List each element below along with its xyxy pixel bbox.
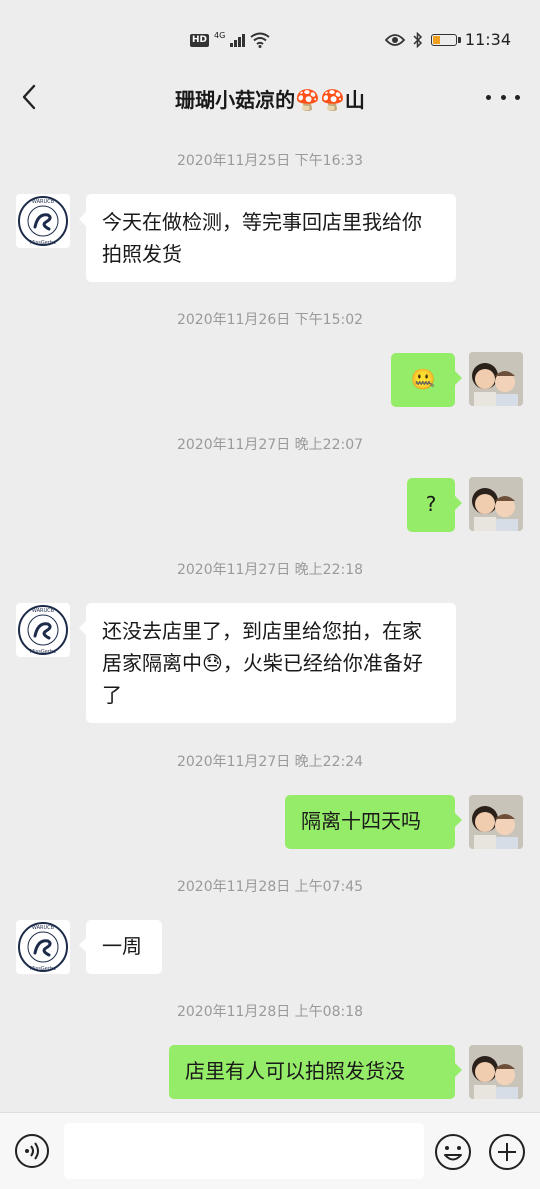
- children-photo-icon: [469, 1045, 523, 1099]
- svg-text:WARUCB: WARUCB: [32, 199, 55, 205]
- children-photo-icon: [469, 477, 523, 531]
- emoji-icon[interactable]: [434, 1133, 472, 1171]
- contact-avatar[interactable]: WARUCB MissGerbe: [16, 920, 70, 974]
- hd-badge: HD: [190, 33, 210, 47]
- my-avatar[interactable]: [469, 477, 523, 531]
- outgoing-message-bubble[interactable]: 隔离十四天吗: [285, 795, 462, 849]
- eye-icon: [384, 33, 405, 46]
- contact-logo-icon: WARUCB MissGerbe: [18, 196, 68, 246]
- contact-avatar[interactable]: WARUCB MissGerbe: [16, 603, 70, 657]
- network-indicators: HD 4G: [190, 30, 270, 48]
- voice-icon[interactable]: [14, 1133, 50, 1169]
- message-timestamp: 2020年11月27日 晚上22:07: [176, 437, 364, 453]
- status-bar: HD 4G 11:34: [0, 0, 540, 80]
- outgoing-message-bubble[interactable]: ?: [407, 478, 462, 532]
- contact-avatar[interactable]: WARUCB MissGerbe: [16, 194, 70, 248]
- message-timestamp: 2020年11月28日 上午07:45: [176, 879, 364, 895]
- signal-icon: [230, 33, 246, 47]
- my-avatar[interactable]: [469, 352, 523, 406]
- svg-text:WARUCB: WARUCB: [32, 608, 55, 614]
- children-photo-icon: [469, 795, 523, 849]
- contact-logo-icon: WARUCB MissGerbe: [18, 922, 68, 972]
- incoming-message-bubble[interactable]: 今天在做检测，等完事回店里我给你拍照发货: [79, 194, 456, 282]
- contact-logo-icon: WARUCB MissGerbe: [18, 605, 68, 655]
- incoming-message-bubble[interactable]: 一周: [79, 920, 162, 974]
- clock: 11:34: [464, 30, 511, 49]
- bluetooth-icon: [413, 31, 422, 48]
- outgoing-message-bubble[interactable]: 店里有人可以拍照发货没: [169, 1045, 462, 1099]
- network-type: 4G: [214, 30, 226, 40]
- system-indicators: 11:34: [384, 30, 511, 49]
- more-options-icon[interactable]: [486, 86, 520, 108]
- chat-title: 珊瑚小菇凉的🍄🍄山: [175, 88, 365, 112]
- my-avatar[interactable]: [469, 1045, 523, 1099]
- svg-text:MissGerbe: MissGerbe: [30, 649, 56, 655]
- message-timestamp: 2020年11月26日 下午15:02: [176, 312, 364, 328]
- message-timestamp: 2020年11月28日 上午08:18: [176, 1004, 364, 1020]
- input-bar: [0, 1112, 540, 1189]
- battery-icon: [430, 33, 461, 46]
- message-timestamp: 2020年11月25日 下午16:33: [176, 153, 364, 169]
- plus-icon[interactable]: [488, 1133, 526, 1171]
- svg-text:MissGerbe: MissGerbe: [30, 240, 56, 246]
- incoming-message-bubble[interactable]: 还没去店里了，到店里给您拍，在家居家隔离中😓，火柴已经给你准备好了: [79, 603, 456, 723]
- wifi-icon: [250, 32, 270, 48]
- message-input[interactable]: [64, 1123, 424, 1179]
- svg-text:MissGerbe: MissGerbe: [30, 966, 56, 972]
- message-timestamp: 2020年11月27日 晚上22:18: [176, 562, 364, 578]
- chat-header: 珊瑚小菇凉的🍄🍄山: [0, 70, 540, 126]
- outgoing-message-bubble[interactable]: 🤐: [391, 353, 462, 407]
- my-avatar[interactable]: [469, 795, 523, 849]
- svg-text:WARUCB: WARUCB: [32, 925, 55, 931]
- message-timestamp: 2020年11月27日 晚上22:24: [176, 754, 364, 770]
- children-photo-icon: [469, 352, 523, 406]
